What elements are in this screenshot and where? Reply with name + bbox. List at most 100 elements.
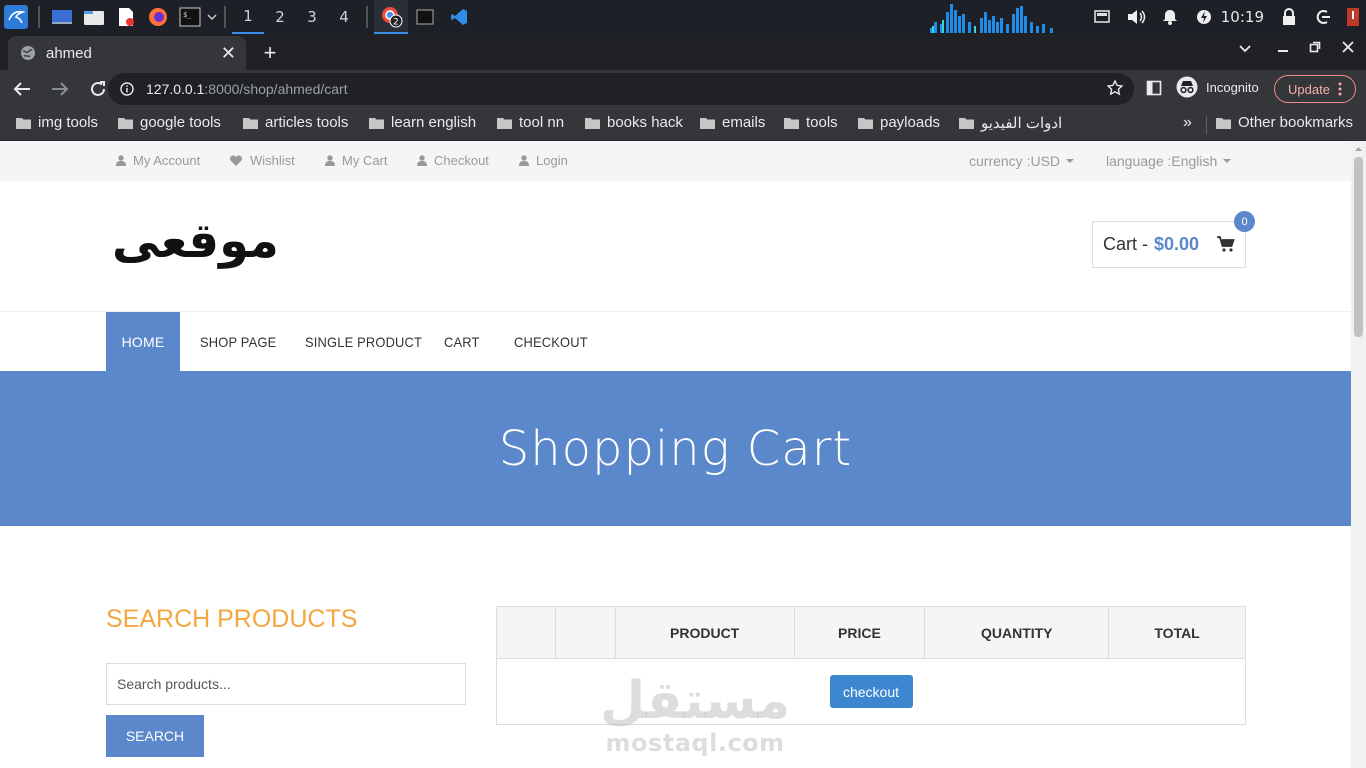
bookmark-folder-img-tools[interactable]: img tools (16, 114, 98, 131)
update-button[interactable]: Update (1274, 75, 1356, 103)
url-path: :8000/shop/ahmed/cart (204, 81, 348, 97)
product-search-input[interactable] (106, 663, 466, 705)
new-tab-button[interactable]: + (258, 40, 282, 66)
url-host: 127.0.0.1 (146, 81, 205, 97)
header-remove (496, 606, 556, 659)
globe-icon (21, 46, 35, 60)
bookmark-folder-video-tools[interactable]: ادوات الفيديو (959, 114, 1062, 132)
cart-table-header-row: PRODUCT PRICE QUANTITY TOTAL (496, 606, 1246, 659)
show-desktop-icon[interactable] (50, 5, 74, 29)
user-icon (116, 155, 126, 166)
header-price: PRICE (793, 606, 926, 659)
scroll-up-arrow-icon[interactable] (1351, 143, 1366, 155)
shopping-cart-icon (1217, 236, 1235, 252)
bookmark-folder-tool-nn[interactable]: tool nn (497, 114, 564, 131)
user-icon (325, 155, 335, 166)
terminal-window-button[interactable] (408, 0, 442, 34)
header-quantity: QUANTITY (924, 606, 1110, 659)
other-bookmarks-folder[interactable]: Other bookmarks (1216, 114, 1353, 131)
bookmarks-divider (1206, 116, 1207, 134)
power-icon[interactable] (1340, 0, 1366, 34)
incognito-indicator[interactable]: Incognito (1176, 76, 1259, 98)
currency-label: currency :USD (969, 153, 1061, 169)
bookmark-folder-emails[interactable]: emails (700, 114, 765, 131)
toplink-label: My Account (133, 153, 201, 168)
network-monitor-graph (930, 4, 1053, 33)
side-panel-icon[interactable] (1146, 80, 1162, 101)
svg-text:$_: $_ (183, 11, 192, 19)
back-button[interactable] (6, 73, 38, 105)
checkout-button[interactable]: checkout (829, 675, 913, 708)
minimize-icon[interactable] (1271, 40, 1295, 58)
toplink-label: Wishlist (250, 153, 295, 168)
screen-icon[interactable] (1085, 0, 1119, 34)
terminal-icon[interactable]: $_ (178, 5, 202, 29)
currency-dropdown[interactable]: currency :USD (969, 153, 1075, 169)
bookmark-label: tool nn (519, 114, 565, 131)
workspace-1[interactable]: 1 (232, 0, 264, 34)
workspace-2[interactable]: 2 (264, 0, 296, 34)
folder-icon (959, 118, 974, 129)
bookmark-folder-articles-tools[interactable]: articles tools (243, 114, 348, 131)
file-manager-icon[interactable] (82, 5, 106, 29)
workspace-4[interactable]: 4 (328, 0, 360, 34)
text-editor-icon[interactable] (114, 5, 138, 29)
bookmark-folder-learn-english[interactable]: learn english (369, 114, 476, 131)
tab-search-icon[interactable] (1233, 40, 1257, 58)
bookmark-label: tools (806, 114, 838, 131)
bookmark-folder-google-tools[interactable]: google tools (118, 114, 221, 131)
scrollbar-thumb[interactable] (1354, 157, 1363, 337)
folder-icon (118, 117, 133, 129)
address-bar[interactable]: 127.0.0.1:8000/shop/ahmed/cart (108, 73, 1134, 105)
toplink-checkout[interactable]: Checkout (417, 153, 489, 168)
browser-toolbar: 127.0.0.1:8000/shop/ahmed/cart Incognito… (0, 70, 1366, 108)
chrome-window-button[interactable]: 2 (374, 0, 408, 34)
language-dropdown[interactable]: language :English (1106, 153, 1232, 169)
clock[interactable]: 10:19 (1221, 8, 1272, 26)
folder-icon (700, 117, 715, 129)
folder-icon (1216, 117, 1231, 129)
bookmark-star-icon[interactable] (1106, 79, 1124, 97)
chevron-down-icon[interactable] (206, 5, 218, 29)
site-info-icon[interactable] (120, 82, 134, 96)
search-button[interactable]: SEARCH (106, 715, 204, 757)
nav-shop-page[interactable]: SHOP PAGE (200, 312, 276, 372)
workspace-3[interactable]: 3 (296, 0, 328, 34)
bookmark-folder-tools[interactable]: tools (784, 114, 838, 131)
bookmarks-overflow-button[interactable]: » (1183, 114, 1192, 132)
nav-home[interactable]: HOME (106, 312, 180, 372)
nav-checkout[interactable]: CHECKOUT (514, 312, 588, 372)
folder-icon (243, 117, 258, 129)
bookmark-folder-payloads[interactable]: payloads (858, 114, 940, 131)
site-logo[interactable]: موقعى (112, 213, 279, 269)
close-window-icon[interactable] (1336, 40, 1360, 58)
volume-icon[interactable] (1119, 0, 1153, 34)
nav-cart[interactable]: CART (444, 312, 480, 372)
forward-button[interactable] (44, 73, 76, 105)
header-cart[interactable]: Cart - $0.00 (1092, 221, 1246, 268)
firefox-icon[interactable] (146, 5, 170, 29)
notifications-icon[interactable] (1153, 0, 1187, 34)
toplink-label: Login (536, 153, 568, 168)
page-banner: Shopping Cart (0, 371, 1351, 526)
language-label: language :English (1106, 153, 1218, 169)
mostaql-watermark: مستقل mostaql.com (600, 673, 790, 757)
bookmark-folder-books-hack[interactable]: books hack (585, 114, 683, 131)
kali-menu-icon[interactable] (4, 5, 28, 29)
header-product: PRODUCT (614, 606, 795, 659)
browser-tab[interactable]: ahmed ✕ (8, 36, 246, 70)
lock-icon[interactable] (1272, 0, 1306, 34)
vscode-window-button[interactable] (442, 0, 476, 34)
toplink-my-cart[interactable]: My Cart (325, 153, 388, 168)
toplink-wishlist[interactable]: Wishlist (229, 153, 295, 168)
maximize-icon[interactable] (1303, 40, 1327, 58)
power-manager-icon[interactable] (1187, 0, 1221, 34)
tab-close-icon[interactable]: ✕ (221, 43, 236, 64)
page-scrollbar[interactable] (1351, 141, 1366, 768)
sidebar-search-title: SEARCH PRODUCTS (106, 605, 358, 633)
logout-icon[interactable] (1306, 0, 1340, 34)
browser-tabstrip: ahmed ✕ + (0, 34, 1366, 70)
toplink-my-account[interactable]: My Account (116, 153, 200, 168)
nav-single-product[interactable]: SINGLE PRODUCT (305, 312, 422, 372)
toplink-login[interactable]: Login (519, 153, 568, 168)
